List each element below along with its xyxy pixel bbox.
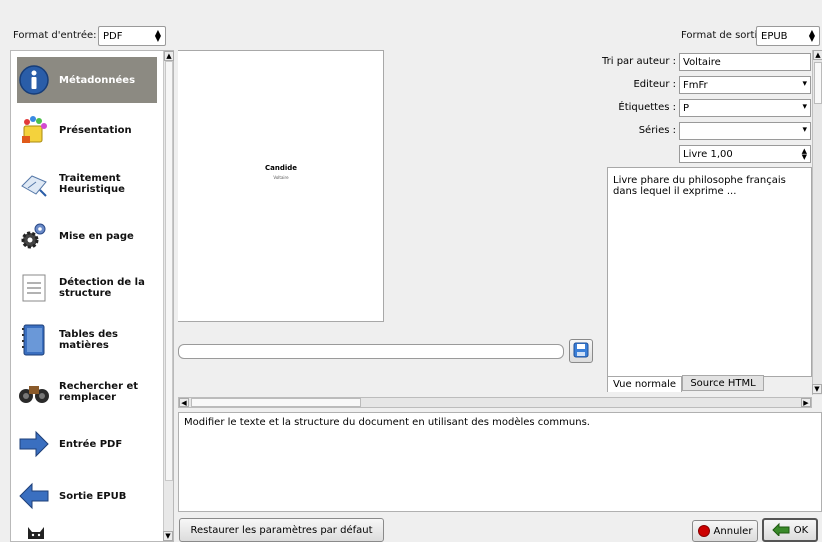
help-description-text: Modifier le texte et la structure du doc… [184,417,590,428]
browse-cover-button[interactable] [569,339,593,363]
tab-label: Vue normale [612,379,677,390]
gears-icon [17,219,51,253]
cancel-label: Annuler [713,525,753,537]
sidebar-item-search-replace[interactable]: Rechercher et remplacer [17,369,157,415]
input-format-select[interactable]: PDF ▲ ▼ [98,26,166,46]
spin-arrows-icon[interactable]: ▲ ▼ [802,148,807,161]
output-format-value: EPUB [761,30,788,42]
output-format-select[interactable]: EPUB ▲ ▼ [756,26,820,46]
chevron-down-icon: ▾ [802,125,807,135]
scroll-thumb[interactable] [191,398,361,407]
tags-combo[interactable]: P ▾ [679,99,811,117]
scroll-down-arrow-icon[interactable]: ▼ [163,531,173,541]
sidebar-item-label: Mise en page [59,230,134,242]
heuristics-icon [17,167,51,201]
arrow-left-icon [17,479,51,513]
help-description: Modifier le texte et la structure du doc… [178,412,822,512]
cover-path-input[interactable] [178,344,564,359]
sidebar-scrollbar[interactable]: ▲ ▼ [163,51,174,541]
sidebar-item-toc[interactable]: Tables des matières [17,317,157,363]
book-preview: Candide Voltaire [178,50,384,322]
sidebar-item-label: Présentation [59,124,132,136]
sidebar-item-epub-output[interactable]: Sortie EPUB [17,473,157,519]
save-disk-icon [573,342,589,361]
cat-icon [25,525,47,542]
tags-label: Étiquettes : [618,102,676,113]
sidebar-item-label: Sortie EPUB [59,490,127,502]
palette-icon [17,113,51,147]
chevron-down-icon: ▾ [802,79,807,89]
input-format-label: Format d'entrée: [13,30,97,41]
tags-value: P [683,102,690,114]
ok-label: OK [793,524,809,536]
publisher-value: FmFr [683,79,708,91]
right-scrollbar[interactable]: ▲ ▼ [812,50,822,395]
sidebar-item-label: Entrée PDF [59,438,123,450]
sidebar-item-label: Tables des matières [59,329,118,351]
horizontal-scrollbar[interactable]: ◀ ▶ [178,397,812,408]
checkmark-arrow-icon [772,522,790,539]
spin-arrows-icon: ▲ ▼ [808,28,816,43]
author-sort-label: Tri par auteur : [601,56,676,67]
restore-defaults-label: Restaurer les paramètres par défaut [190,524,373,536]
document-structure-icon [17,271,51,305]
arrow-right-icon [17,427,51,461]
sidebar-item-metadata[interactable]: Métadonnées [17,57,157,103]
sidebar-item-label: Rechercher et remplacer [59,381,139,403]
binoculars-icon [17,375,51,409]
info-icon [17,63,51,97]
author-sort-input[interactable]: Voltaire [679,53,811,71]
sidebar-item-pdf-input[interactable]: Entrée PDF [17,421,157,467]
publisher-label: Editeur : [633,79,676,90]
scroll-left-arrow-icon[interactable]: ◀ [179,398,189,407]
series-label: Séries : [638,125,676,136]
series-index-spinbox[interactable]: Livre 1,00 ▲ ▼ [679,145,811,163]
ok-button[interactable]: OK [762,518,818,542]
preview-title: Candide [264,164,297,172]
scroll-up-arrow-icon[interactable]: ▲ [164,51,174,61]
scroll-thumb[interactable] [165,61,173,481]
sidebar-item-structure-detection[interactable]: Détection de la structure [17,265,157,311]
toc-book-icon [17,323,51,357]
comments-editor[interactable]: Livre phare du philosophe français dans … [607,167,812,377]
publisher-combo[interactable]: FmFr ▾ [679,76,811,94]
tab-html-source[interactable]: Source HTML [682,375,764,391]
cancel-icon [697,525,710,537]
sidebar-item-page-setup[interactable]: Mise en page [17,213,157,259]
scroll-down-arrow-icon[interactable]: ▼ [812,384,822,394]
cancel-button[interactable]: Annuler [692,520,758,542]
sidebar-item-label: Détection de la structure [59,277,145,299]
sidebar-item-label: Traitement Heuristique [59,173,125,195]
chevron-down-icon: ▾ [802,102,807,112]
series-combo[interactable]: ▾ [679,122,811,140]
tab-normal-view[interactable]: Vue normale [607,376,682,392]
scroll-thumb[interactable] [814,62,822,104]
author-sort-value: Voltaire [683,56,721,68]
sidebar-item-label: Métadonnées [59,74,136,86]
scroll-up-arrow-icon[interactable]: ▲ [813,50,822,60]
sidebar-item-heuristics[interactable]: Traitement Heuristique [17,161,157,207]
tab-label: Source HTML [690,377,756,389]
spin-arrows-icon: ▲ ▼ [154,28,162,43]
preview-author: Voltaire [273,175,289,180]
input-format-value: PDF [103,30,123,42]
sidebar: Métadonnées Présentation Traitement Heur… [10,50,174,542]
sidebar-item-look-feel[interactable]: Présentation [17,107,157,153]
series-index-value: Livre 1,00 [683,148,733,160]
output-format-label: Format de sortie: [681,30,767,41]
comments-text: Livre phare du philosophe français dans … [613,175,786,197]
scroll-right-arrow-icon[interactable]: ▶ [801,398,811,407]
restore-defaults-button[interactable]: Restaurer les paramètres par défaut [179,518,384,542]
